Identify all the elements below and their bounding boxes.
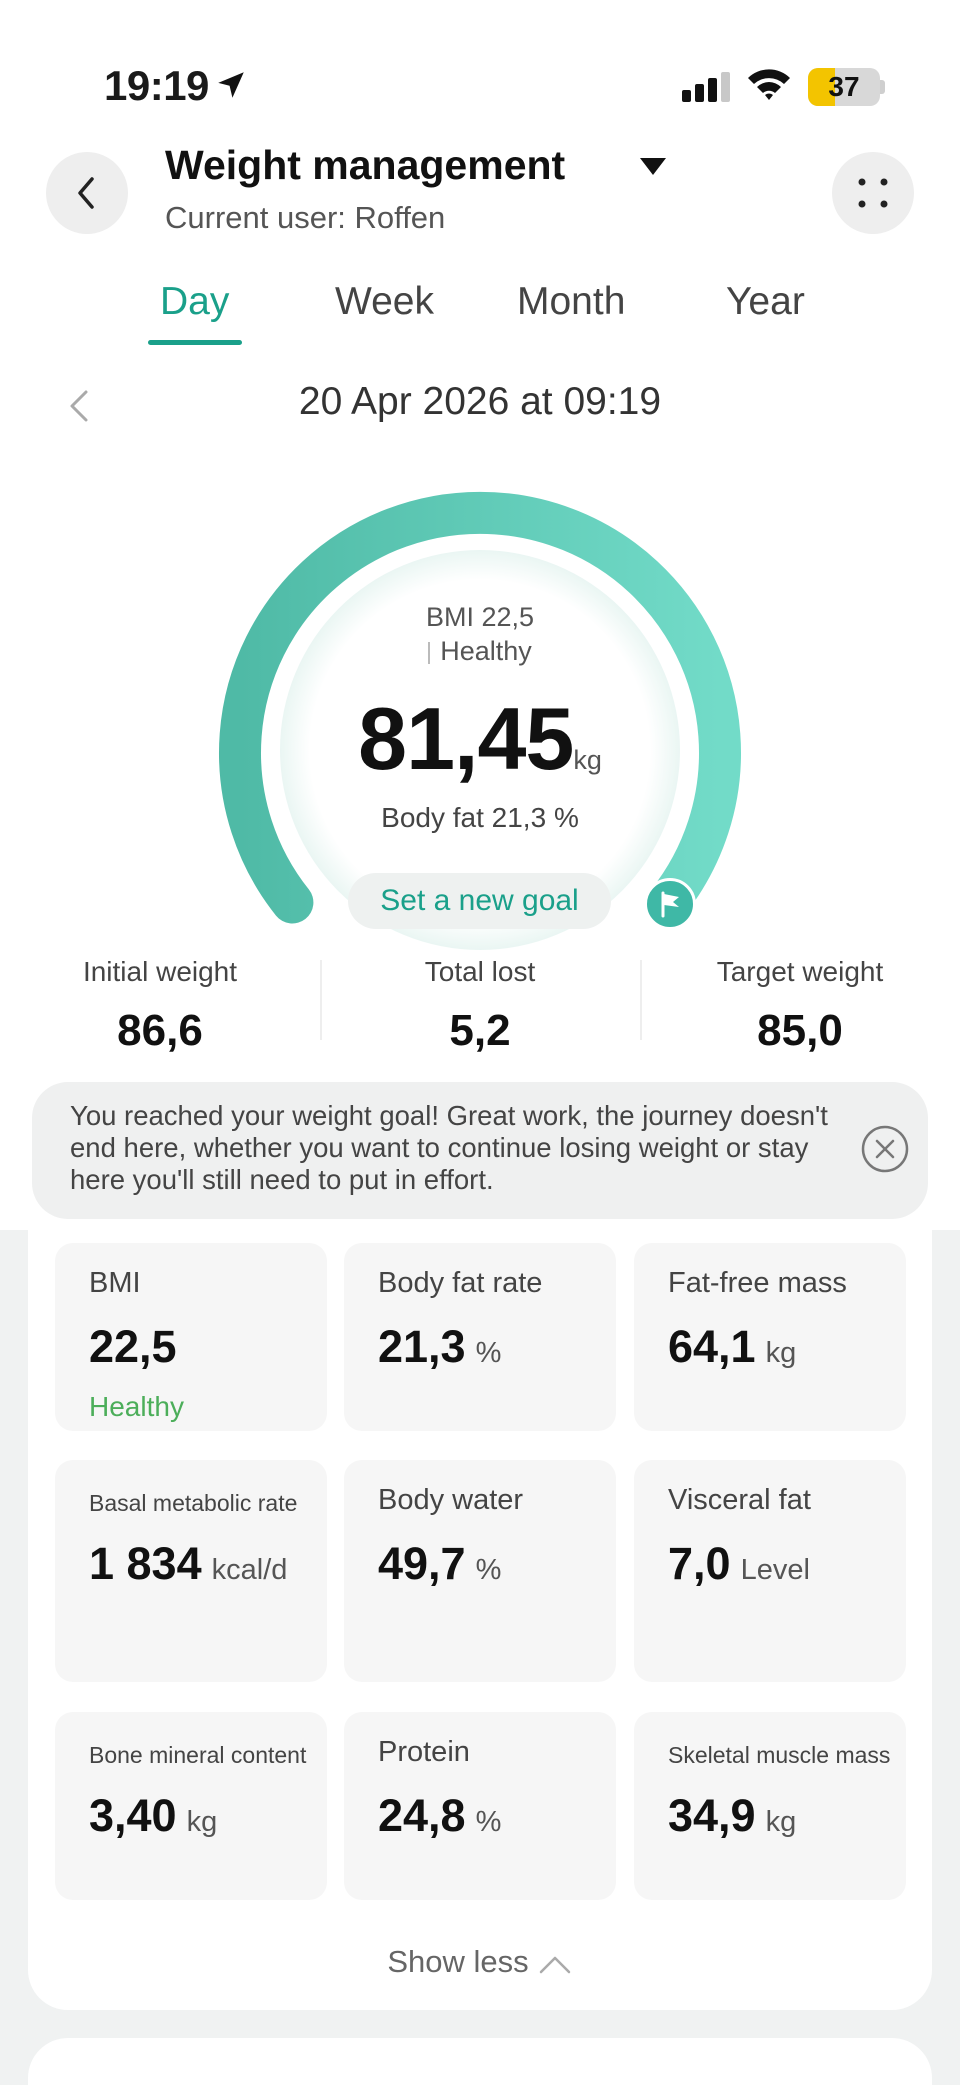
tab-month[interactable]: Month: [517, 280, 625, 324]
metric-number: 24,8: [378, 1790, 466, 1841]
metric-tile-visceral-fat[interactable]: Visceral fat 7,0 Level: [634, 1460, 906, 1682]
measurement-datetime: 20 Apr 2026 at 09:19: [298, 380, 662, 423]
metric-tile-protein[interactable]: Protein 24,8%: [344, 1712, 616, 1900]
metric-tile-skeletal-muscle-mass[interactable]: Skeletal muscle mass 34,9 kg: [634, 1712, 906, 1900]
metric-label: Body fat rate: [378, 1267, 543, 1299]
metric-label: BMI: [89, 1267, 141, 1299]
weight-unit: kg: [573, 745, 602, 775]
more-options-button[interactable]: [832, 152, 914, 234]
show-less-button[interactable]: Show less: [0, 1944, 960, 1980]
metric-value: 34,9 kg: [668, 1790, 796, 1842]
show-less-label: Show less: [387, 1944, 529, 1979]
notice-text: You reached your weight goal! Great work…: [70, 1100, 828, 1195]
stat-value: 5,2: [449, 1006, 511, 1055]
metric-value: 49,7%: [378, 1538, 501, 1590]
chevron-up-icon: [539, 1956, 570, 1974]
metric-tile-body-fat-rate[interactable]: Body fat rate 21,3%: [344, 1243, 616, 1431]
battery-indicator: 37: [808, 68, 880, 106]
gauge-status-text: Healthy: [440, 636, 532, 666]
metric-number: 21,3: [378, 1321, 466, 1372]
back-button[interactable]: [46, 152, 128, 234]
metric-unit: %: [475, 1554, 502, 1586]
metric-unit: %: [475, 1337, 502, 1369]
current-user-label: Current user: Roffen: [165, 200, 446, 235]
metric-label: Fat-free mass: [668, 1267, 847, 1299]
metric-status: Healthy: [89, 1391, 184, 1422]
weight-value: 81,45: [358, 689, 574, 788]
metric-number: 64,1: [668, 1321, 756, 1372]
location-arrow-icon: [218, 72, 244, 98]
gauge-bmi-status: Healthy: [0, 636, 960, 667]
body-fat-summary: Body fat 21,3 %: [381, 802, 579, 833]
close-notice-icon[interactable]: [860, 1124, 910, 1174]
metric-value: 22,5: [89, 1321, 177, 1373]
active-tab-indicator: [148, 340, 242, 345]
metric-value: 1 834 kcal/d: [89, 1538, 287, 1590]
page-title: Weight management: [165, 142, 566, 188]
stat-initial-weight: Initial weight 86,6: [0, 956, 320, 1056]
metric-value: 7,0 Level: [668, 1538, 810, 1590]
status-time: 19:19: [104, 62, 209, 109]
gauge-bmi: BMI 22,5: [425, 602, 535, 632]
metric-unit: kcal/d: [211, 1554, 288, 1586]
metric-number: 49,7: [378, 1538, 466, 1589]
metric-tile-body-water[interactable]: Body water 49,7%: [344, 1460, 616, 1682]
metric-label: Body water: [378, 1484, 524, 1516]
metric-unit: kg: [765, 1337, 797, 1369]
stat-label: Total lost: [424, 956, 536, 987]
tab-day[interactable]: Day: [160, 280, 229, 324]
metric-label: Protein: [378, 1736, 470, 1768]
tab-year[interactable]: Year: [726, 280, 805, 324]
stat-value: 86,6: [117, 1006, 203, 1055]
metric-value: 24,8%: [378, 1790, 501, 1842]
metric-label: Basal metabolic rate: [89, 1490, 298, 1516]
battery-level: 37: [828, 71, 860, 102]
metric-number: 22,5: [89, 1321, 177, 1372]
metric-label: Bone mineral content: [89, 1742, 307, 1768]
metric-label: Skeletal muscle mass: [668, 1742, 891, 1768]
stat-total-lost: Total lost 5,2: [320, 956, 640, 1056]
stat-label: Initial weight: [82, 956, 238, 987]
metric-tile-basal-metabolic-rate[interactable]: Basal metabolic rate 1 834 kcal/d: [55, 1460, 327, 1682]
user-dropdown-icon[interactable]: [640, 158, 666, 176]
next-section-card: [28, 2038, 932, 2085]
metric-number: 7,0: [668, 1538, 731, 1589]
stat-value: 85,0: [757, 1006, 843, 1055]
more-dots-icon: [858, 178, 888, 208]
chevron-left-icon: [78, 177, 94, 209]
goal-flag-icon[interactable]: [644, 878, 696, 930]
cellular-signal-icon: [682, 72, 730, 102]
metric-value: 21,3%: [378, 1321, 501, 1373]
metric-number: 1 834: [89, 1538, 202, 1589]
metric-unit: Level: [740, 1554, 810, 1586]
metric-number: 34,9: [668, 1790, 756, 1841]
metric-label: Visceral fat: [668, 1484, 811, 1516]
metric-unit: kg: [186, 1806, 218, 1838]
metric-value: 64,1 kg: [668, 1321, 796, 1373]
metric-value: 3,40 kg: [89, 1790, 217, 1842]
metric-tile-fat-free-mass[interactable]: Fat-free mass 64,1 kg: [634, 1243, 906, 1431]
metric-number: 3,40: [89, 1790, 177, 1841]
metric-unit: kg: [765, 1806, 797, 1838]
battery-nub: [880, 80, 885, 94]
current-weight: 81,45kg: [0, 688, 960, 790]
metric-tile-bone-mineral-content[interactable]: Bone mineral content 3,40 kg: [55, 1712, 327, 1900]
set-new-goal-button[interactable]: Set a new goal: [348, 873, 611, 929]
stat-label: Target weight: [716, 956, 884, 987]
tab-week[interactable]: Week: [335, 280, 434, 324]
stat-target-weight: Target weight 85,0: [640, 956, 960, 1056]
metric-tile-bmi[interactable]: BMI 22,5 Healthy: [55, 1243, 327, 1431]
metric-unit: %: [475, 1806, 502, 1838]
wifi-icon: [748, 69, 790, 100]
goal-reached-notice: You reached your weight goal! Great work…: [32, 1082, 928, 1219]
